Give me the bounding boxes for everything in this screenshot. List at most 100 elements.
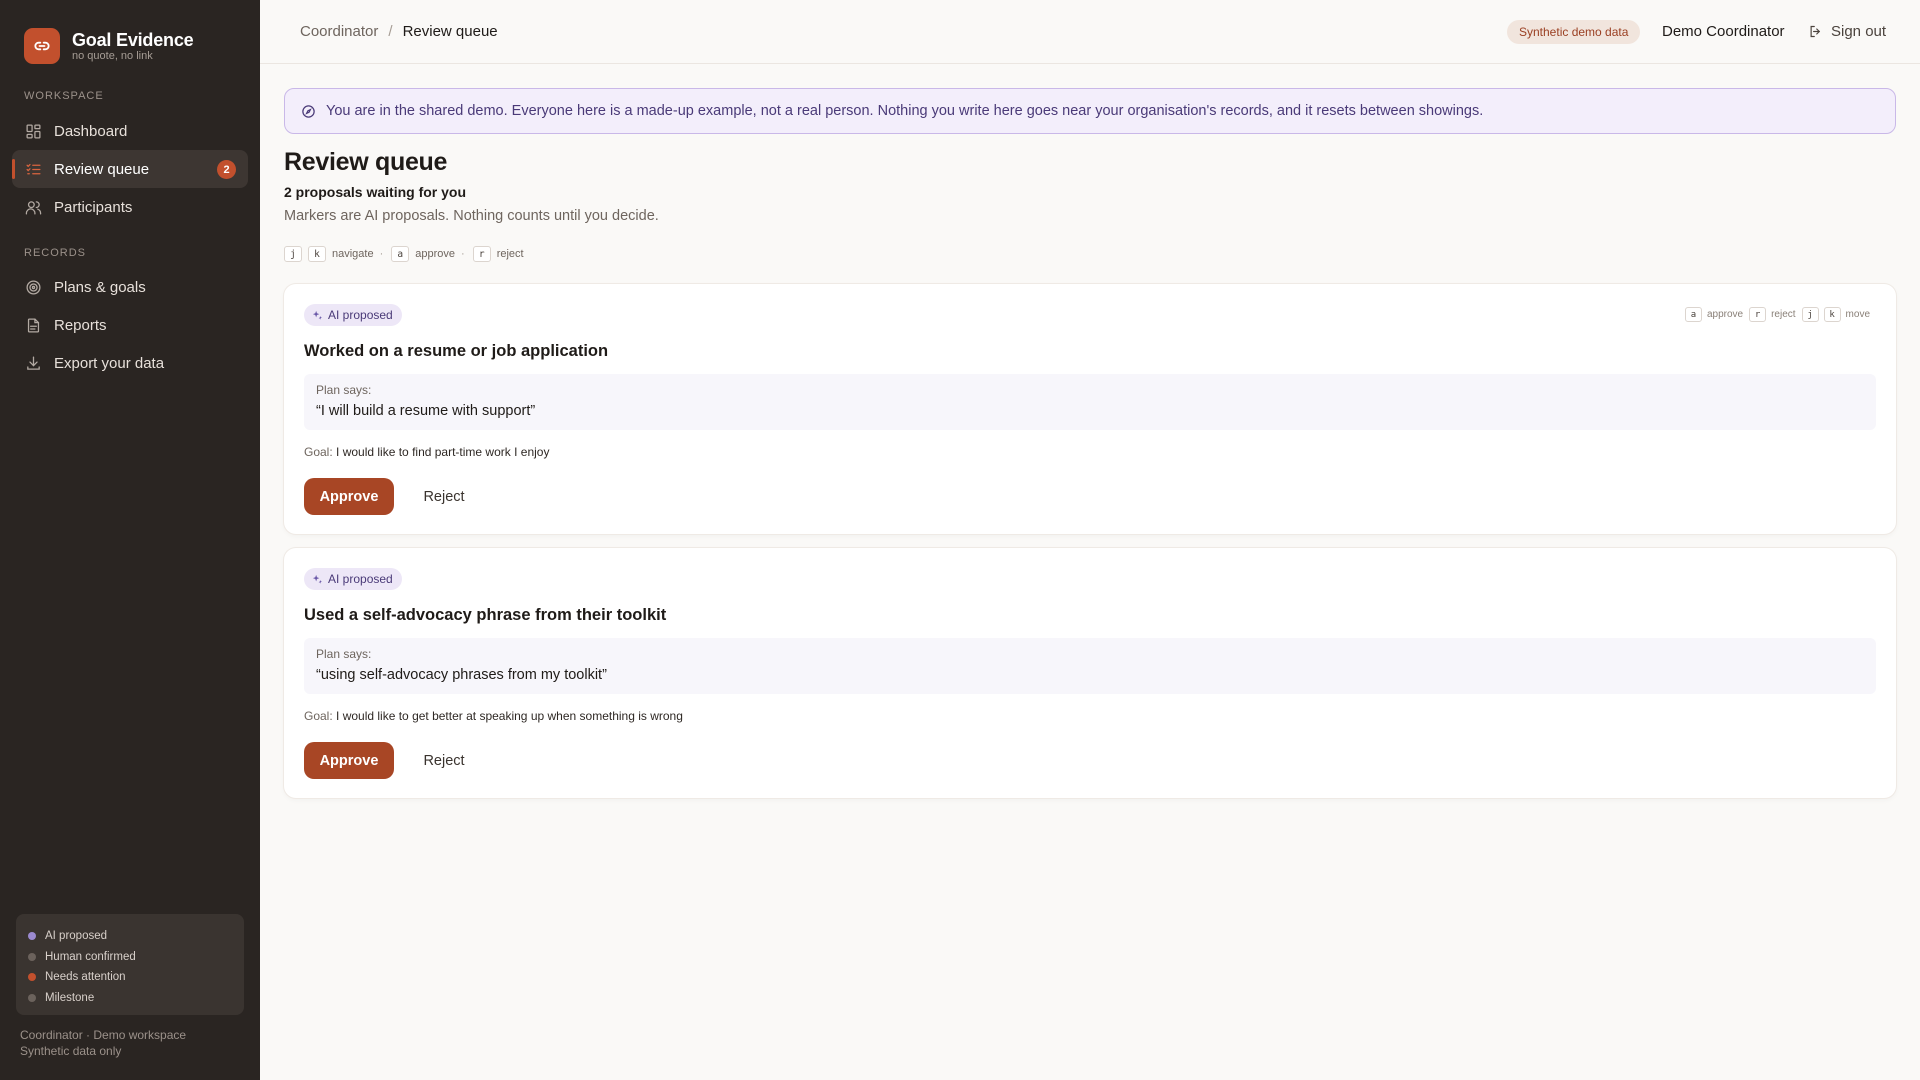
sign-out-icon (1808, 24, 1823, 39)
legend-dot (28, 932, 36, 941)
brand[interactable]: Goal Evidence no quote, no link (24, 28, 194, 64)
shortcut-separator: · (379, 248, 384, 260)
legend-dot (28, 973, 36, 982)
shortcut-label: approve (415, 248, 456, 260)
demo-banner: You are in the shared demo. Everyone her… (284, 88, 1896, 134)
sidebar-item-reports[interactable]: Reports (12, 306, 248, 344)
goal-line: Goal: I would like to get better at spea… (304, 709, 683, 723)
sparkle-icon (312, 310, 323, 321)
sign-out-label: Sign out (1831, 23, 1887, 40)
ai-proposed-badge: AI proposed (304, 568, 402, 590)
app-tagline: no quote, no link (72, 49, 153, 62)
sidebar-item-dashboard[interactable]: Dashboard (12, 112, 248, 150)
list-check-icon (24, 160, 42, 178)
review-count-badge: 2 (217, 160, 236, 179)
kbd-j: j (1801, 307, 1819, 322)
keyboard-shortcuts-hint: j k navigate · a approve · r reject (284, 246, 530, 262)
legend-label: Milestone (45, 991, 95, 1004)
ai-proposed-badge: AI proposed (304, 304, 402, 326)
document-icon (24, 316, 42, 334)
sidebar-item-label: Dashboard (54, 122, 128, 140)
users-icon (24, 198, 42, 216)
plan-label: Plan says: (316, 647, 372, 661)
link-icon (24, 28, 60, 64)
plan-label: Plan says: (316, 383, 372, 397)
kbd-r: r (472, 246, 491, 262)
legend-item: Needs attention (28, 967, 232, 988)
goal-text: I would like to find part-time work I en… (336, 445, 550, 459)
legend-dot (28, 993, 36, 1002)
plan-quote-box: Plan says: “using self-advocacy phrases … (304, 638, 1876, 694)
sign-out-button[interactable]: Sign out (1808, 23, 1886, 40)
shortcut-label: navigate (332, 248, 374, 260)
goal-line: Goal: I would like to find part-time wor… (304, 445, 549, 459)
breadcrumb: Coordinator / Review queue (300, 23, 498, 40)
chip-label: AI proposed (328, 308, 393, 322)
plan-quote: “I will build a resume with support” (316, 403, 536, 419)
kbd-a: a (391, 246, 410, 262)
kbd-k: k (308, 246, 326, 262)
shortcut-label: reject (1771, 309, 1796, 320)
proposal-title: Used a self-advocacy phrase from their t… (304, 606, 667, 624)
topbar: Coordinator / Review queue Synthetic dem… (260, 0, 1920, 64)
reject-button[interactable]: Reject (404, 742, 484, 779)
proposal-title: Worked on a resume or job application (304, 342, 609, 360)
goal-text: I would like to get better at speaking u… (336, 709, 683, 723)
sidebar-item-plans-goals[interactable]: Plans & goals (12, 268, 248, 306)
sidebar-item-label: Participants (54, 198, 133, 216)
status-legend: AI proposed Human confirmed Needs attent… (16, 914, 244, 1015)
download-icon (24, 354, 42, 372)
goal-label: Goal: (304, 445, 333, 459)
sidebar-item-label: Review queue (54, 160, 150, 178)
shortcut-label: move (1845, 309, 1870, 320)
proposal-card[interactable]: AI proposed Used a self-advocacy phrase … (284, 548, 1896, 798)
sidebar-item-label: Plans & goals (54, 278, 146, 296)
proposal-card[interactable]: AI proposed a approve r reject j k move … (284, 284, 1896, 534)
sidebar-item-label: Reports (54, 316, 107, 334)
breadcrumb-parent[interactable]: Coordinator (300, 23, 378, 40)
legend-dot (28, 952, 36, 961)
card-shortcuts-hint: a approve r reject j k move (1684, 307, 1876, 322)
banner-text: You are in the shared demo. Everyone her… (326, 103, 1484, 119)
app-name: Goal Evidence (72, 29, 194, 50)
kbd-j: j (284, 246, 302, 262)
plan-quote: “using self-advocacy phrases from my too… (316, 667, 607, 683)
user-name[interactable]: Demo Coordinator (1662, 23, 1785, 40)
legend-label: Needs attention (45, 971, 126, 984)
legend-label: AI proposed (45, 930, 108, 943)
legend-item: Milestone (28, 988, 232, 1009)
breadcrumb-current: Review queue (402, 23, 498, 40)
page-title: Review queue (284, 148, 448, 176)
legend-item: AI proposed (28, 926, 232, 947)
sidebar-item-review-queue[interactable]: Review queue 2 (12, 150, 248, 188)
approve-button[interactable]: Approve (304, 478, 394, 515)
page-subtitle: Markers are AI proposals. Nothing counts… (284, 208, 659, 224)
shortcut-label: reject (496, 248, 524, 260)
kbd-k: k (1823, 307, 1841, 322)
footer-note: Synthetic data only (20, 1044, 122, 1058)
shortcut-separator: · (461, 248, 465, 260)
shortcut-label: approve (1706, 309, 1744, 320)
sidebar-item-label: Export your data (54, 354, 165, 372)
footer-role: Coordinator · Demo workspace (20, 1028, 187, 1042)
plan-quote-box: Plan says: “I will build a resume with s… (304, 374, 1876, 430)
breadcrumb-separator: / (388, 23, 393, 40)
target-icon (24, 278, 42, 296)
sidebar-item-export[interactable]: Export your data (12, 344, 248, 382)
demo-data-badge: Synthetic demo data (1507, 20, 1641, 44)
section-label-records: RECORDS (24, 247, 87, 259)
legend-item: Human confirmed (28, 947, 232, 968)
compass-icon (301, 104, 316, 119)
kbd-a: a (1684, 307, 1702, 322)
proposal-count: 2 proposals waiting for you (284, 184, 467, 200)
section-label-workspace: WORKSPACE (24, 90, 104, 102)
sidebar: Goal Evidence no quote, no link WORKSPAC… (0, 0, 260, 1080)
reject-button[interactable]: Reject (404, 478, 484, 515)
sidebar-footer: Coordinator · Demo workspace Synthetic d… (20, 1027, 186, 1059)
goal-label: Goal: (304, 709, 333, 723)
sidebar-item-participants[interactable]: Participants (12, 188, 248, 226)
sparkle-icon (312, 574, 323, 585)
chip-label: AI proposed (328, 572, 393, 586)
grid-icon (24, 122, 42, 140)
approve-button[interactable]: Approve (304, 742, 394, 779)
